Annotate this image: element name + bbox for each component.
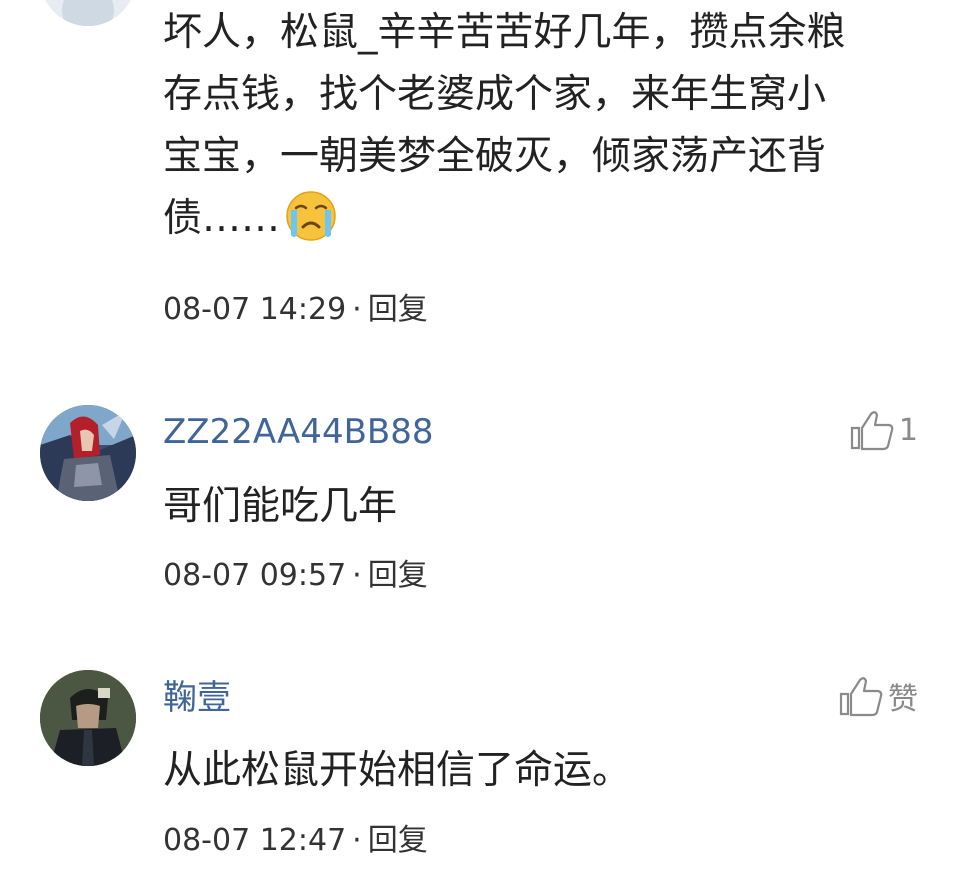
meta-separator: · (352, 823, 362, 858)
comment-time: 08-07 12:47 (163, 823, 347, 858)
avatar-image (40, 670, 136, 766)
comment-body: 从此松鼠开始相信了命运。 (163, 748, 632, 793)
like-button[interactable]: 赞 (838, 674, 918, 718)
comment-item: 鞠壹 赞 从此松鼠开始相信了命运。 08-07 12:47 · 回复 (0, 0, 960, 872)
thumbs-up-icon (839, 677, 883, 717)
reply-button[interactable]: 回复 (368, 823, 428, 858)
avatar[interactable] (40, 670, 136, 766)
comment-username[interactable]: 鞠壹 (163, 678, 231, 718)
comment-meta: 08-07 12:47 · 回复 (163, 823, 428, 859)
like-label: 赞 (888, 682, 918, 717)
